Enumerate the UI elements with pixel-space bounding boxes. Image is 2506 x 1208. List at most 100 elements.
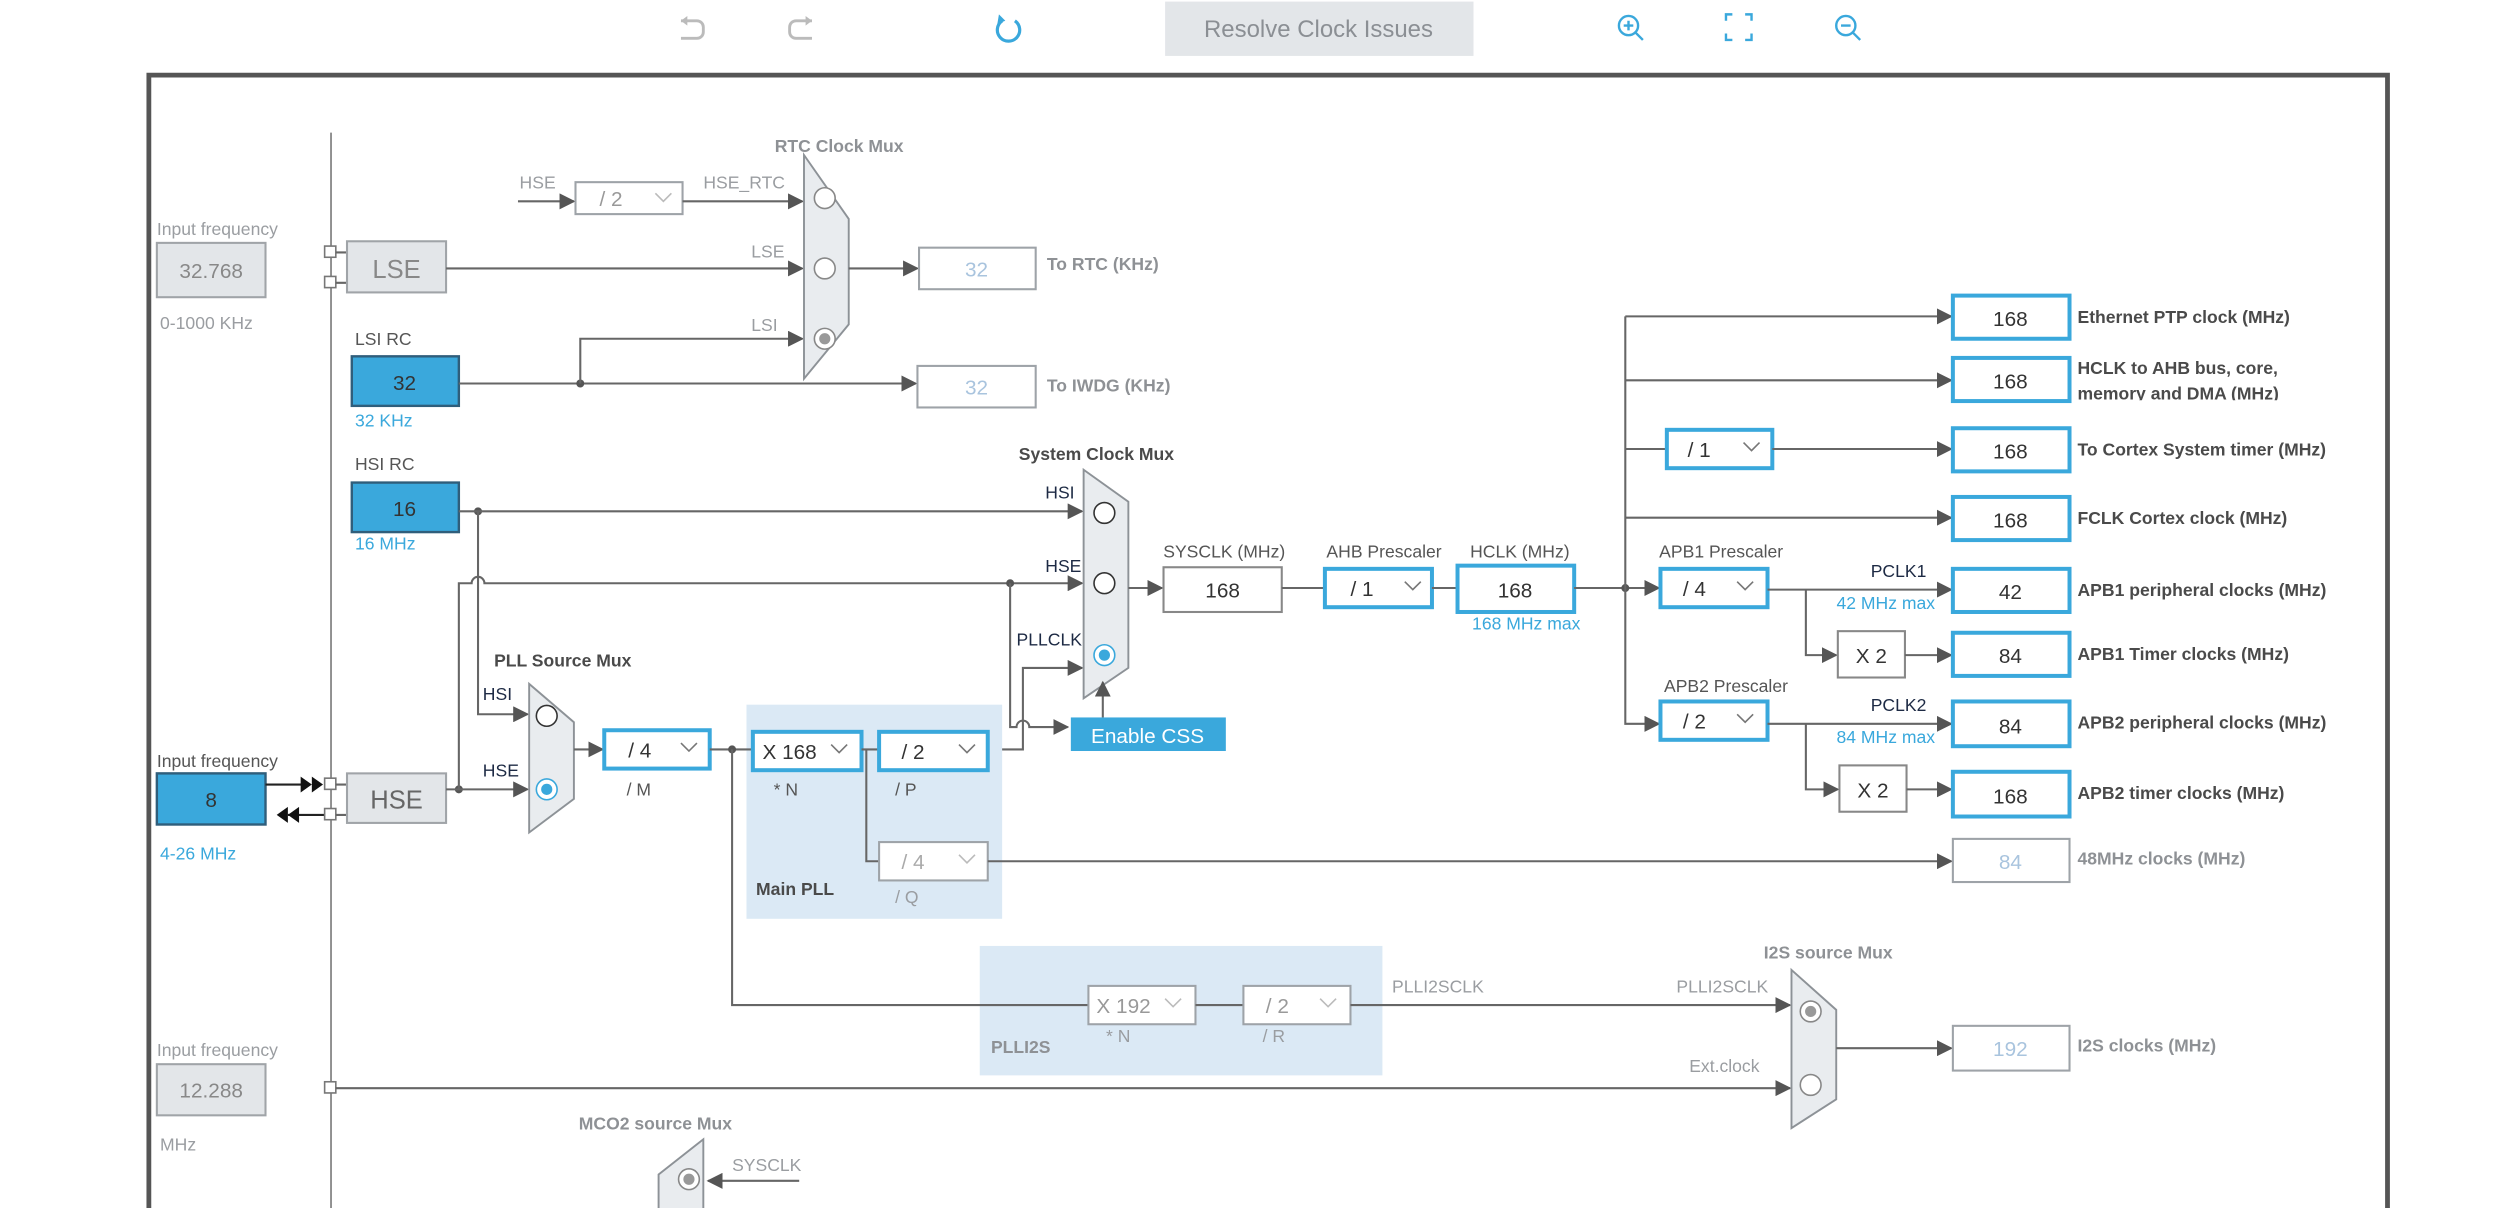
- svg-text:X 192: X 192: [1096, 995, 1150, 1018]
- cortex-system-timer-label: To Cortex System timer (MHz): [2078, 439, 2327, 459]
- undo-icon[interactable]: [680, 15, 705, 40]
- sysclk-label: SYSCLK (MHz): [1163, 542, 1285, 562]
- lse-pin: [323, 275, 337, 289]
- sys-input-hsi: HSI: [1045, 483, 1074, 503]
- pll-m-divider-select[interactable]: / 4: [602, 728, 712, 771]
- rtc-output-value: 32: [965, 258, 988, 281]
- pll-input-hse: HSE: [483, 761, 519, 781]
- system-mux-title: System Clock Mux: [1019, 444, 1174, 464]
- svg-text:/ 2: / 2: [1266, 995, 1289, 1018]
- redo-icon[interactable]: [788, 15, 812, 40]
- apb2-peripheral-clock-label: APB2 peripheral clocks (MHz): [2078, 713, 2327, 733]
- svg-text:X 168: X 168: [762, 741, 816, 764]
- rtc-mux-title: RTC Clock Mux: [775, 136, 904, 156]
- svg-text:168: 168: [1993, 786, 2028, 809]
- zoom-in-icon[interactable]: [1617, 14, 1644, 41]
- hsi-value: 16: [393, 498, 416, 521]
- enable-css-button[interactable]: Enable CSS: [1070, 717, 1226, 752]
- cortex-timer-divider-select[interactable]: / 1: [1664, 427, 1775, 471]
- plli2s-n-multiplier-select[interactable]: X 192: [1087, 984, 1197, 1026]
- rtc-radio-hse-rtc[interactable]: [813, 186, 836, 210]
- pll-q-divider-select[interactable]: / 4: [878, 841, 989, 882]
- apb1-section: APB1 Prescaler / 4 PCLK1 42 MHz max X 2 …: [1658, 542, 2326, 679]
- ext-unit: MHz: [160, 1134, 196, 1154]
- apb2-timer-clock-label: APB2 timer clocks (MHz): [2078, 783, 2285, 803]
- lse-frequency-value: 32.768: [179, 260, 243, 283]
- plli2s-r-label: / R: [1263, 1026, 1285, 1046]
- rtc-hse-label: HSE: [520, 173, 556, 193]
- pll-input-hsi: HSI: [483, 684, 512, 704]
- lse-pin: [323, 245, 337, 259]
- hsi-rc: HSI RC 16 16 MHz: [350, 454, 461, 554]
- lsi-unit: 32 KHz: [355, 411, 413, 431]
- rtc-input-lse: LSE: [751, 241, 784, 261]
- hclk-label: HCLK (MHz): [1470, 542, 1570, 562]
- hse-in-arrow-icon: [276, 806, 300, 823]
- svg-text:Enable CSS: Enable CSS: [1091, 725, 1204, 748]
- ahb-prescaler-label: AHB Prescaler: [1326, 542, 1441, 562]
- rtc-hse-divider-select[interactable]: / 2: [574, 181, 684, 216]
- sysclk-section: SYSCLK (MHz) 168 AHB Prescaler / 1 HCLK …: [1162, 316, 1661, 732]
- pll-radio-hsi[interactable]: [535, 704, 558, 728]
- pclk1-max: 42 MHz max: [1836, 593, 1935, 613]
- pll-source-mux: PLL Source Mux HSI HSE: [446, 511, 632, 835]
- svg-text:192: 192: [1993, 1038, 2028, 1061]
- rtc-input-hse-rtc: HSE_RTC: [703, 173, 785, 194]
- ext-clock-input: Input frequency 12.288 MHz: [155, 1040, 1792, 1154]
- sys-radio-hsi[interactable]: [1093, 501, 1116, 525]
- pll-mux-title: PLL Source Mux: [494, 650, 632, 670]
- hsi-title: HSI RC: [355, 454, 415, 474]
- sys-radio-hse[interactable]: [1093, 572, 1116, 595]
- pll-m-label: / M: [627, 780, 651, 800]
- hclk-ahb-label: HCLK to AHB bus, core,: [2078, 358, 2278, 378]
- apb2-prescaler-select[interactable]: / 2: [1658, 699, 1770, 742]
- resolve-clock-issues-button[interactable]: Resolve Clock Issues: [1165, 1, 1474, 56]
- svg-text:/ 4: / 4: [901, 851, 924, 874]
- plli2s-r-divider-select[interactable]: / 2: [1242, 984, 1352, 1026]
- hse-out-arrow-icon: [300, 776, 324, 793]
- svg-text:/ 1: / 1: [1688, 439, 1711, 462]
- hclk-max: 168 MHz max: [1472, 614, 1581, 634]
- main-pll-title: Main PLL: [756, 879, 834, 899]
- ext-input-label: Input frequency: [157, 1040, 278, 1060]
- lsi-value: 32: [393, 372, 416, 395]
- ahb-prescaler-select[interactable]: / 1: [1322, 566, 1434, 610]
- hclk-outputs: / 1 168 Ethernet PTP clock (MHz) 168 HCL…: [1625, 293, 2327, 543]
- fit-to-screen-icon[interactable]: [1724, 13, 1753, 42]
- svg-text:168: 168: [1993, 509, 2028, 532]
- rtc-output-label: To RTC (KHz): [1047, 254, 1159, 274]
- pll-n-multiplier-select[interactable]: X 168: [750, 729, 864, 773]
- hse-input-label: Input frequency: [157, 751, 278, 771]
- svg-text:X 2: X 2: [1856, 645, 1887, 668]
- rtc-radio-lse[interactable]: [813, 257, 836, 280]
- plli2s-clk-label: PLLI2SCLK: [1392, 976, 1484, 996]
- hse-block-label: HSE: [370, 787, 423, 815]
- i2s-input-plli2sclk: PLLI2SCLK: [1676, 976, 1768, 996]
- hclk-ahb-label-line2: memory and DMA (MHz): [2078, 383, 2279, 403]
- rtc-input-lsi: LSI: [751, 315, 777, 335]
- plli2s-n-label: * N: [1106, 1026, 1130, 1046]
- refresh-icon[interactable]: [995, 14, 1022, 43]
- apb1-prescaler-label: APB1 Prescaler: [1659, 542, 1783, 562]
- ext-frequency-value: 12.288: [179, 1080, 243, 1103]
- hse-frequency-value: 8: [205, 789, 217, 812]
- sys-input-hse: HSE: [1045, 556, 1081, 576]
- clock-configuration-canvas: Resolve Clock Issues Input frequency 32.…: [146, 1, 2390, 1208]
- hse-range: 4-26 MHz: [160, 844, 236, 864]
- svg-text:/ 2: / 2: [599, 188, 622, 211]
- lsi-title: LSI RC: [355, 329, 412, 349]
- pll-p-label: / P: [895, 780, 916, 800]
- apb1-prescaler-select[interactable]: / 4: [1658, 566, 1770, 610]
- pll-p-divider-select[interactable]: / 2: [877, 729, 990, 773]
- svg-text:/ 4: / 4: [1683, 578, 1706, 601]
- i2s-clock-label: I2S clocks (MHz): [2078, 1035, 2217, 1055]
- i2s-input-ext-clock: Ext.clock: [1689, 1056, 1759, 1076]
- sysclk-value: 168: [1205, 580, 1240, 603]
- apb2-prescaler-label: APB2 Prescaler: [1664, 676, 1788, 696]
- svg-text:/ 2: / 2: [1683, 711, 1706, 734]
- lsi-rc: LSI RC 32 32 KHz: [350, 329, 461, 431]
- sys-input-pllclk: PLLCLK: [1017, 630, 1083, 650]
- iwdg-output-label: To IWDG (KHz): [1047, 375, 1171, 395]
- zoom-out-icon[interactable]: [1835, 14, 1862, 41]
- i2s-radio-ext-clock[interactable]: [1799, 1073, 1822, 1097]
